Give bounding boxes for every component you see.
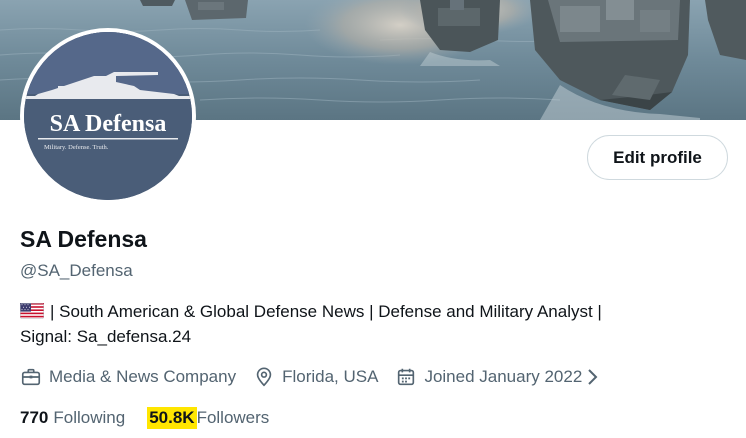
bio-text-line-2: Signal: Sa_defensa.24 <box>20 327 192 346</box>
location-text: Florida, USA <box>282 367 379 386</box>
avatar-logo-subtitle: Military. Defense. Truth. <box>44 144 109 151</box>
location-pin-icon <box>256 367 272 387</box>
following-count: 770 <box>20 408 49 427</box>
flag-us-icon <box>20 303 44 319</box>
avatar[interactable]: SA Defensa Military. Defense. Truth. <box>20 28 196 204</box>
display-name: SA Defensa <box>20 226 147 252</box>
bio-line-1: | South American & Global Defense News |… <box>20 299 720 324</box>
calendar-icon <box>398 368 415 386</box>
followers-link[interactable]: 50.8K Followers <box>147 407 269 429</box>
profile-stats: 770 Following 50.8K Followers <box>20 405 291 431</box>
profile-joined[interactable]: Joined January 2022 <box>395 366 582 388</box>
category-text: Media & News Company <box>49 367 237 386</box>
profile-meta: Media & News Company Florida, USA Joined… <box>20 364 602 390</box>
profile-category: Media & News Company <box>20 366 236 388</box>
following-label: Following <box>53 408 126 427</box>
user-handle: @SA_Defensa <box>20 261 133 280</box>
followers-count: 50.8K <box>147 407 197 429</box>
briefcase-icon <box>21 368 41 386</box>
chevron-right-icon[interactable] <box>586 366 602 388</box>
profile-location: Florida, USA <box>253 366 378 388</box>
edit-profile-button[interactable]: Edit profile <box>587 135 728 180</box>
bio-text-line-1: | South American & Global Defense News |… <box>50 302 602 321</box>
profile-bio: | South American & Global Defense News |… <box>20 299 720 349</box>
followers-label: Followers <box>196 408 270 427</box>
profile-page: SA Defensa Military. Defense. Truth. Edi… <box>0 0 746 438</box>
avatar-image: SA Defensa Military. Defense. Truth. <box>24 32 192 200</box>
joined-text: Joined January 2022 <box>424 367 583 386</box>
avatar-logo-title: SA Defensa <box>50 111 167 137</box>
sa-defensa-logo: SA Defensa Military. Defense. Truth. <box>24 32 192 200</box>
following-link[interactable]: 770 Following <box>20 408 125 428</box>
